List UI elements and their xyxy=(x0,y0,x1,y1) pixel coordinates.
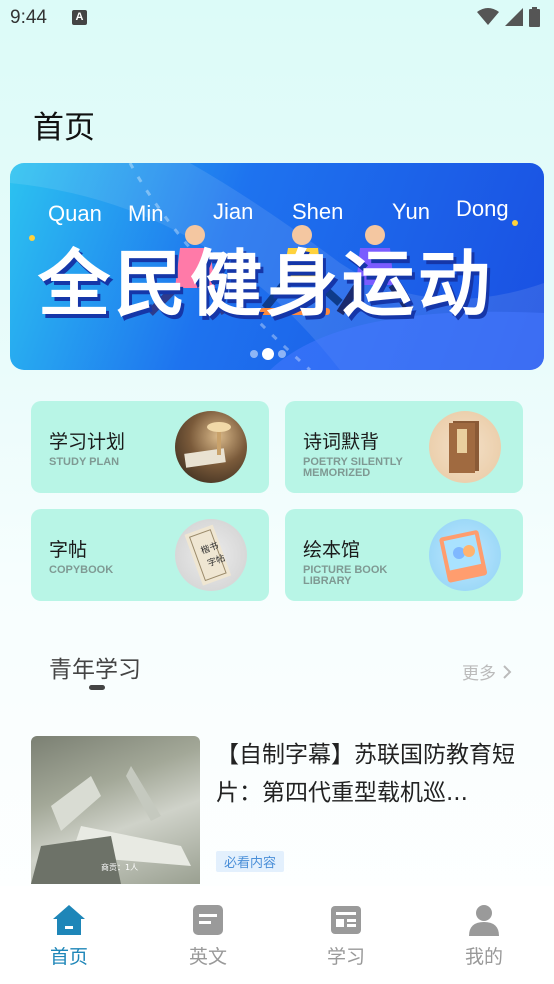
battery-icon xyxy=(529,7,540,27)
thumb-caption: 商贡：1人 xyxy=(101,862,138,872)
card-copybook[interactable]: 字帖 COPYBOOK 楷书 字帖 xyxy=(31,509,269,601)
study-desk-image xyxy=(175,411,247,483)
news-icon xyxy=(331,906,361,934)
notification-a-icon: A xyxy=(72,10,87,25)
tab-label: 学习 xyxy=(326,946,365,968)
tab-english[interactable]: 英文 xyxy=(168,902,248,969)
status-icons xyxy=(477,7,540,27)
card-title: 字帖 xyxy=(49,539,88,561)
card-subtitle: COPYBOOK xyxy=(49,564,114,576)
banner-word: Shen xyxy=(292,199,344,224)
card-title: 诗词默背 xyxy=(303,431,380,453)
tab-label: 英文 xyxy=(188,946,227,968)
tab-profile[interactable]: 我的 xyxy=(444,902,524,969)
wifi-icon xyxy=(477,8,499,25)
banner-word: Dong xyxy=(456,196,509,221)
tab-label: 首页 xyxy=(49,946,88,968)
tab-home[interactable]: 首页 xyxy=(29,902,109,969)
page-title: 首页 xyxy=(33,110,95,146)
status-time: 9:44 xyxy=(10,7,47,28)
bottom-tab-bar: 首页 英文 学习 我的 xyxy=(0,886,554,984)
status-bar: 9:44 A xyxy=(0,0,554,38)
card-title: 学习计划 xyxy=(49,431,126,453)
tab-study[interactable]: 学习 xyxy=(306,902,386,969)
carousel-dot[interactable] xyxy=(250,350,258,358)
card-poetry[interactable]: 诗词默背 POETRY SILENTLY MEMORIZED xyxy=(285,401,523,493)
card-subtitle: STUDY PLAN xyxy=(49,456,120,468)
article-title[interactable]: 【自制字幕】苏联国防教育短片：第四代重型载机巡... xyxy=(216,736,516,812)
card-picture-book[interactable]: 绘本馆 PICTURE BOOK LIBRARY xyxy=(285,509,523,601)
copybook-image: 楷书 字帖 xyxy=(175,519,247,591)
document-icon xyxy=(193,905,223,935)
banner-headline: 全民健身运动 xyxy=(38,242,495,326)
card-study-plan[interactable]: 学习计划 STUDY PLAN xyxy=(31,401,269,493)
carousel-dot-active[interactable] xyxy=(262,348,274,360)
banner-word: Min xyxy=(128,201,164,226)
tab-label: 我的 xyxy=(464,946,503,968)
banner-word: Yun xyxy=(392,199,430,224)
article-thumbnail[interactable]: 商贡：1人 xyxy=(31,736,200,884)
card-title: 绘本馆 xyxy=(303,539,361,561)
carousel-dot[interactable] xyxy=(278,350,286,358)
picture-book-image xyxy=(429,519,501,591)
home-icon xyxy=(53,905,85,935)
section-underline xyxy=(89,685,105,690)
article-tag: 必看内容 xyxy=(216,851,285,872)
section-title: 青年学习 xyxy=(49,657,141,683)
banner-word: Jian xyxy=(213,199,254,224)
card-subtitle: PICTURE BOOK LIBRARY xyxy=(303,564,388,587)
user-icon xyxy=(469,905,499,936)
poetry-book-image xyxy=(429,411,501,483)
card-subtitle: POETRY SILENTLY MEMORIZED xyxy=(303,456,403,479)
banner-carousel[interactable]: Quan Min Jian Shen Yun Dong 全民健身运动 xyxy=(10,163,544,370)
chevron-right-icon xyxy=(503,664,512,679)
carousel-indicator xyxy=(250,348,286,360)
signal-icon xyxy=(505,8,523,26)
more-label: 更多 xyxy=(462,664,496,684)
banner-word: Quan xyxy=(48,201,102,226)
more-link[interactable]: 更多 xyxy=(462,659,512,684)
